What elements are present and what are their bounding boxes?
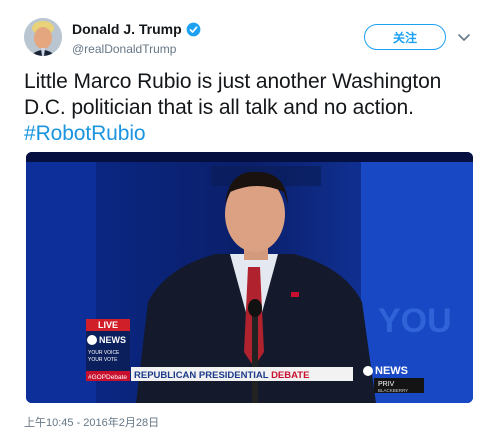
live-badge: LIVE xyxy=(98,320,118,330)
your-voice-text: YOUR VOICE xyxy=(88,350,120,356)
debate-video-frame: YOU LIVE NEWS YOUR VOICE YOUR VOTE #GOPD… xyxy=(26,152,473,403)
tweet-text-line-1: Little Marco Rubio is just another Washi… xyxy=(24,70,442,93)
banner-prefix: REPUBLICAN PRESIDENTIAL xyxy=(134,370,271,381)
tweet-text: Little Marco Rubio is just another Washi… xyxy=(24,69,486,147)
priv-text: PRIV xyxy=(378,381,395,388)
tweet-timestamp[interactable]: 上午10:45 - 2016年2月28日 xyxy=(24,414,159,430)
background-lettering: YOU xyxy=(378,302,452,340)
video-thumbnail[interactable]: YOU LIVE NEWS YOUR VOICE YOUR VOTE #GOPD… xyxy=(26,152,473,403)
author-info: Donald J. Trump @realDonaldTrump xyxy=(72,20,201,56)
user-handle[interactable]: @realDonaldTrump xyxy=(72,42,201,56)
banner-emphasis: DEBATE xyxy=(271,370,309,381)
corner-news-logo: NEWS xyxy=(375,365,408,377)
chevron-down-icon[interactable] xyxy=(456,30,472,44)
verified-badge-icon xyxy=(186,22,201,36)
tweet-header: Donald J. Trump @realDonaldTrump 关注 xyxy=(24,16,484,60)
display-name[interactable]: Donald J. Trump xyxy=(72,21,182,37)
avatar[interactable] xyxy=(24,18,62,56)
your-vote-text: YOUR VOTE xyxy=(88,357,118,363)
blackberry-text: BLACKBERRY xyxy=(378,388,408,393)
debate-hashtag: #GOPDebate xyxy=(88,374,127,381)
follow-button[interactable]: 关注 xyxy=(364,24,446,50)
debate-banner: REPUBLICAN PRESIDENTIAL DEBATE xyxy=(134,370,309,381)
tweet-text-line-2: D.C. politician that is all talk and no … xyxy=(24,96,414,119)
hashtag-link[interactable]: #RobotRubio xyxy=(24,121,486,147)
news-logo: NEWS xyxy=(99,335,126,345)
